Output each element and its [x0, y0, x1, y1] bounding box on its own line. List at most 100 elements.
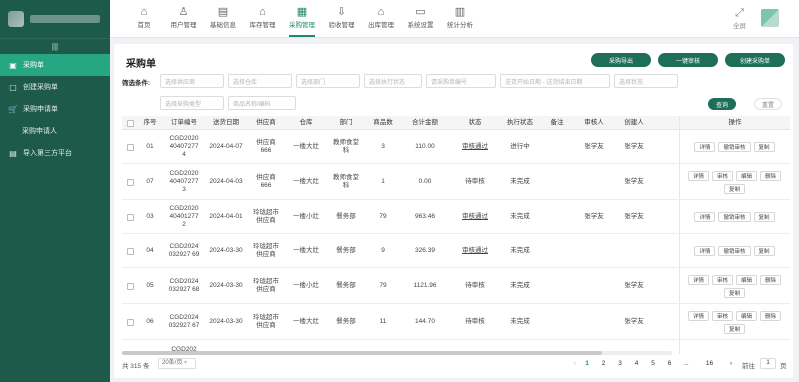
cell-warehouse: 一楼大灶: [286, 234, 326, 268]
product-name-input[interactable]: 商品名称/编码: [228, 96, 296, 110]
cell-amount-text: 1121.96: [413, 282, 437, 289]
action-button-2[interactable]: 复制: [753, 246, 775, 256]
export-button[interactable]: 采购导出: [591, 53, 651, 67]
collapse-icon: |||: [51, 42, 59, 51]
prev-page-button[interactable]: ‹: [570, 360, 580, 367]
action-button-3[interactable]: 删除: [760, 274, 782, 285]
sidebar-item-3[interactable]: 采购申请人: [0, 120, 110, 142]
nav-item-1[interactable]: ♙ 用户管理: [167, 5, 201, 29]
action-button-1[interactable]: 审核: [711, 170, 733, 181]
page-ellipsis: ...: [683, 360, 689, 367]
nav-item-7[interactable]: ▭ 系统设置: [404, 5, 438, 29]
reset-button[interactable]: 重置: [754, 98, 782, 110]
header-operations: 操作: [679, 116, 790, 130]
page-6[interactable]: 6: [665, 360, 675, 367]
cell-creator-text: 张学友: [624, 178, 644, 185]
create-order-button[interactable]: 创建采购单: [725, 53, 785, 67]
row-actions: 详情 审核 编辑 删除复制: [679, 268, 790, 304]
page-3[interactable]: 3: [615, 360, 625, 367]
nav-item-2[interactable]: ▤ 基础信息: [206, 5, 240, 29]
cell-cb[interactable]: [122, 234, 138, 268]
one-click-audit-button[interactable]: 一键审核: [658, 53, 718, 67]
fullscreen-button[interactable]: ⤢ 全屏: [733, 6, 746, 30]
action-button-1[interactable]: 审核: [711, 310, 733, 321]
cell-date: 2024-04-01: [206, 200, 246, 234]
fullscreen-label: 全屏: [733, 23, 746, 30]
action-button-3[interactable]: 删除: [760, 310, 782, 321]
action-button-2[interactable]: 复制: [753, 212, 775, 222]
sidebar-collapse-button[interactable]: |||: [0, 38, 110, 54]
action-button-4[interactable]: 复制: [723, 323, 745, 334]
brand-logo: [8, 11, 24, 27]
horizontal-scrollbar[interactable]: [122, 351, 672, 355]
nav-item-4[interactable]: ▦ 采购管理: [285, 5, 319, 37]
select-all-checkbox[interactable]: [126, 119, 134, 127]
action-button-0[interactable]: 详情: [687, 274, 709, 285]
action-button-4[interactable]: 复制: [723, 183, 745, 194]
next-page-button[interactable]: ›: [726, 360, 736, 367]
cell-cb[interactable]: [122, 268, 138, 304]
delivery-date-range[interactable]: 送货开始日期 - 送货结束日期: [500, 74, 610, 88]
user-avatar[interactable]: [761, 9, 779, 27]
nav-item-5[interactable]: ⇩ 验收管理: [325, 5, 359, 29]
action-button-1[interactable]: 撤销审核: [718, 142, 751, 152]
order-number-input[interactable]: 请采购单编号: [426, 74, 496, 88]
page-5[interactable]: 5: [648, 360, 658, 367]
warehouse-select[interactable]: 选择仓库: [228, 74, 292, 88]
nav-item-8[interactable]: ▥ 统计分析: [443, 5, 477, 29]
status-select[interactable]: 选择状态: [614, 74, 678, 88]
cell-supplier: 供应商666: [246, 130, 286, 164]
select-all-checkbox-cell[interactable]: [122, 116, 138, 130]
action-button-0[interactable]: 详情: [694, 246, 716, 256]
action-button-1[interactable]: 撤销审核: [718, 212, 751, 222]
cell-cb[interactable]: [122, 164, 138, 200]
nav-item-3[interactable]: ⌂ 库存管理: [246, 5, 280, 29]
sidebar-item-0[interactable]: ▣ 采购单: [0, 54, 110, 76]
row-actions: 详情 审核 编辑 删除复制: [679, 304, 790, 340]
nav-item-6[interactable]: ⌂ 出库管理: [364, 5, 398, 29]
supplier-select[interactable]: 选择供应商: [160, 74, 224, 88]
page-1[interactable]: 1: [582, 360, 592, 367]
action-button-2[interactable]: 编辑: [736, 274, 758, 285]
action-button-0[interactable]: 详情: [694, 212, 716, 222]
action-button-1[interactable]: 审核: [711, 274, 733, 285]
page-2[interactable]: 2: [599, 360, 609, 367]
action-button-2[interactable]: 编辑: [736, 170, 758, 181]
purchase-type-select[interactable]: 选择采购类型: [160, 96, 224, 110]
exec-status-select[interactable]: 选择执行状态: [364, 74, 422, 88]
nav-item-0[interactable]: ⌂ 首页: [127, 5, 161, 29]
sidebar-item-2[interactable]: 🛒 采购申请单: [0, 98, 110, 120]
cell-auditor: [574, 268, 614, 304]
page-16[interactable]: 16: [705, 360, 715, 367]
action-button-4[interactable]: 复制: [723, 287, 745, 298]
row-checkbox[interactable]: [126, 318, 134, 326]
action-button-2[interactable]: 编辑: [736, 310, 758, 321]
cell-cb[interactable]: [122, 200, 138, 234]
cell-exec: 未完成: [500, 164, 540, 200]
cell-cb[interactable]: [122, 304, 138, 340]
row-checkbox[interactable]: [126, 282, 134, 290]
page-4[interactable]: 4: [632, 360, 642, 367]
row-checkbox[interactable]: [126, 247, 134, 255]
action-button-3[interactable]: 删除: [760, 170, 782, 181]
row-checkbox[interactable]: [126, 178, 134, 186]
sidebar-item-1[interactable]: ▢ 创建采购单: [0, 76, 110, 98]
row-checkbox[interactable]: [126, 143, 134, 151]
action-button-0[interactable]: 详情: [687, 170, 709, 181]
action-button-0[interactable]: 详情: [694, 142, 716, 152]
page-size-select[interactable]: 20条/页 ▾: [158, 358, 196, 369]
sidebar-item-4[interactable]: ▤ 导入第三方平台: [0, 142, 110, 164]
cell-status: 待审核: [450, 268, 500, 304]
scrollbar-thumb[interactable]: [122, 351, 602, 355]
department-select[interactable]: 选择部门: [296, 74, 360, 88]
row-checkbox[interactable]: [126, 213, 134, 221]
cell-cb[interactable]: [122, 130, 138, 164]
search-button[interactable]: 查询: [708, 98, 736, 110]
cell-order_no: CGD2020404072774: [162, 130, 206, 164]
cell-creator-text: 张学友: [624, 282, 644, 289]
action-button-1[interactable]: 撤销审核: [718, 246, 751, 256]
goto-page-input[interactable]: 1: [760, 358, 776, 369]
action-button-0[interactable]: 详情: [687, 310, 709, 321]
action-button-2[interactable]: 复制: [753, 142, 775, 152]
cell-warehouse: 一楼大灶: [286, 164, 326, 200]
